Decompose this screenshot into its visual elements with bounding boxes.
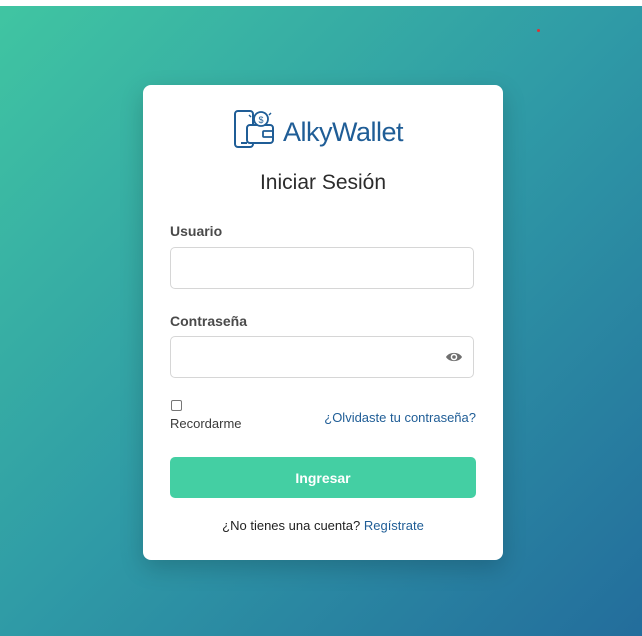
remember-label: Recordarme (170, 416, 242, 431)
wallet-logo-icon: $ (233, 109, 277, 156)
red-dot (537, 29, 540, 32)
username-label: Usuario (170, 223, 223, 239)
page-title: Iniciar Sesión (259, 171, 387, 194)
login-button[interactable]: Ingresar (170, 457, 476, 498)
username-input[interactable] (170, 247, 474, 289)
eye-icon[interactable] (445, 350, 463, 364)
brand-logo: $ AlkyWallet (233, 109, 404, 156)
remember-checkbox[interactable] (171, 400, 182, 411)
signup-link[interactable]: Regístrate (364, 518, 424, 533)
forgot-password-link[interactable]: ¿Olvidaste tu contraseña? (324, 410, 476, 425)
signup-prompt-line: ¿No tienes una cuenta? Regístrate (143, 518, 503, 533)
svg-text:$: $ (258, 115, 263, 125)
password-label: Contraseña (170, 313, 248, 329)
brand-name: AlkyWallet (283, 116, 404, 147)
signup-prompt: ¿No tienes una cuenta? (222, 518, 361, 533)
login-card: $ AlkyWallet Iniciar Sesión Usuario Cont… (143, 85, 503, 560)
password-input[interactable] (170, 336, 474, 378)
